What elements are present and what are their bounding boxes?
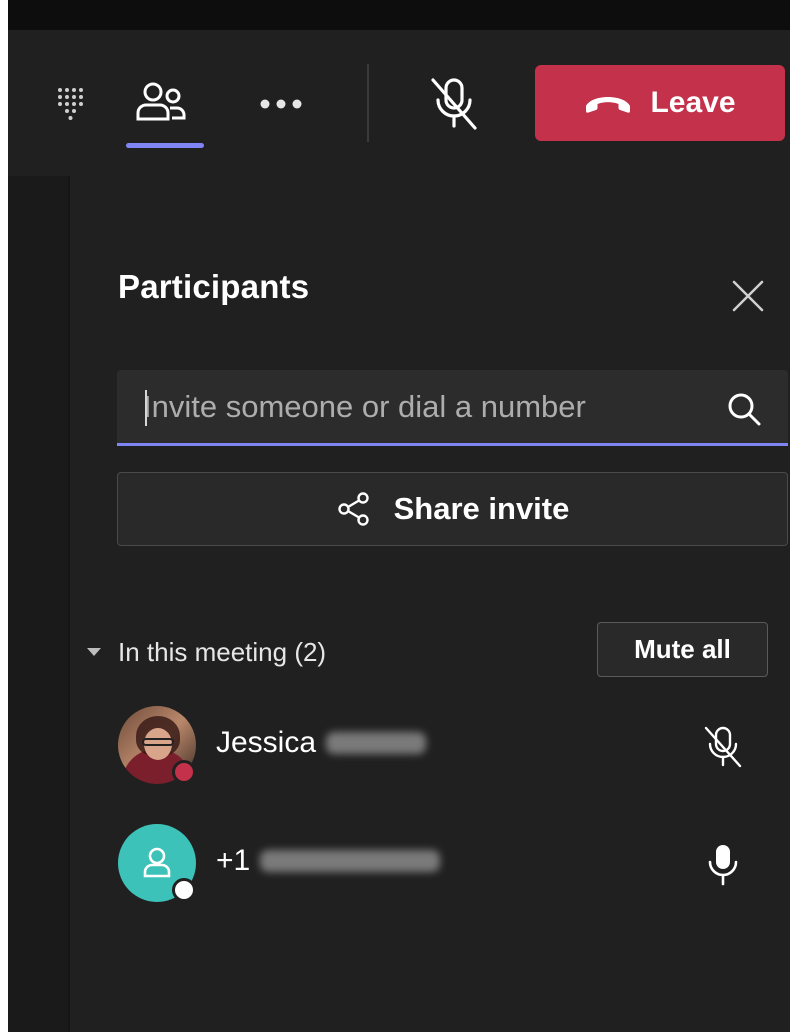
share-invite-label: Share invite bbox=[393, 491, 570, 526]
panel-divider bbox=[68, 176, 70, 1032]
presence-badge bbox=[172, 878, 196, 902]
active-tab-indicator bbox=[126, 143, 204, 148]
toolbar-separator bbox=[367, 64, 369, 142]
share-invite-button[interactable]: Share invite bbox=[117, 472, 788, 546]
teams-meeting-window: Leave Participants Share invite In t bbox=[0, 0, 790, 1032]
mute-all-button[interactable]: Mute all bbox=[597, 622, 768, 677]
dialpad-icon bbox=[58, 88, 83, 120]
mute-all-label: Mute all bbox=[634, 634, 731, 664]
participant-phone-prefix: +1 bbox=[216, 844, 251, 877]
redacted-phone-number bbox=[260, 850, 441, 872]
mute-toggle-button[interactable] bbox=[424, 74, 484, 134]
more-options-button[interactable] bbox=[252, 82, 310, 126]
participant-first-name: Jessica bbox=[216, 726, 317, 759]
leave-button[interactable]: Leave bbox=[535, 65, 785, 141]
participant-mic-status bbox=[698, 722, 748, 772]
dialpad-button[interactable] bbox=[48, 82, 92, 126]
presence-badge bbox=[172, 760, 196, 784]
microphone-off-icon bbox=[704, 726, 742, 768]
people-icon bbox=[136, 82, 186, 121]
phone-hangup-icon bbox=[586, 97, 631, 113]
section-label: In this meeting (2) bbox=[118, 636, 327, 667]
leave-button-label: Leave bbox=[650, 86, 736, 119]
participants-toggle-button[interactable] bbox=[131, 78, 191, 128]
microphone-off-icon bbox=[431, 78, 477, 130]
participant-name: Jessica bbox=[216, 726, 427, 760]
in-meeting-section-toggle[interactable]: In this meeting (2) bbox=[86, 632, 326, 672]
close-icon bbox=[732, 280, 764, 312]
invite-search-field[interactable] bbox=[117, 370, 788, 446]
more-options-icon bbox=[260, 99, 302, 109]
share-icon bbox=[337, 492, 369, 526]
search-icon[interactable] bbox=[724, 389, 764, 429]
window-top-strip bbox=[8, 0, 790, 30]
text-caret bbox=[145, 390, 147, 426]
redacted-last-name bbox=[326, 732, 427, 754]
participant-row[interactable]: Jessica bbox=[100, 698, 788, 798]
participant-name: +1 bbox=[216, 844, 441, 878]
close-panel-button[interactable] bbox=[728, 276, 768, 316]
participant-mic-status bbox=[698, 840, 748, 890]
microphone-icon bbox=[708, 845, 738, 886]
panel-title: Participants bbox=[118, 268, 310, 305]
participant-row[interactable]: +1 bbox=[100, 816, 788, 916]
invite-search-input[interactable] bbox=[143, 378, 703, 436]
caret-down-icon bbox=[87, 648, 101, 656]
person-icon bbox=[143, 847, 171, 878]
left-gutter bbox=[8, 176, 68, 1032]
